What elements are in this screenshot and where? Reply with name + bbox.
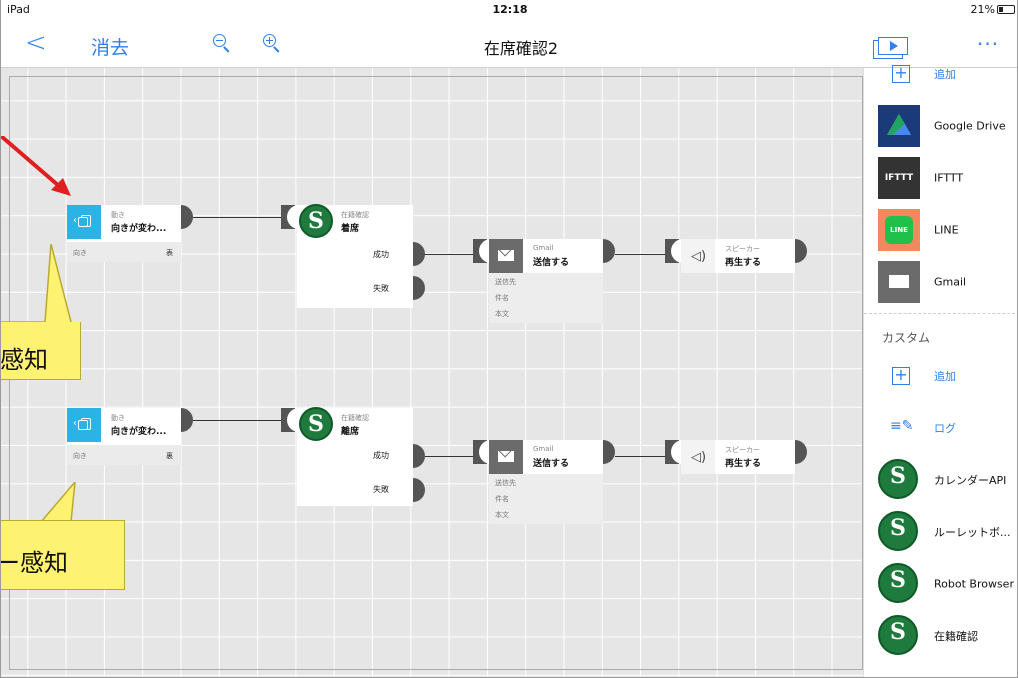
node-name: 離席 <box>341 427 360 437</box>
node-type: 在籍確認 <box>341 414 369 422</box>
gmail-params[interactable]: 送信先 件名 本文 <box>489 474 603 524</box>
speaker-icon: ◁) <box>681 239 715 273</box>
wire <box>615 456 665 457</box>
google-drive-icon <box>878 105 920 147</box>
presence-logo-icon <box>878 615 918 655</box>
callout-bottom: ー感知 <box>1 520 125 590</box>
line-icon: LINE <box>878 209 920 251</box>
zoom-out-icon[interactable] <box>213 34 231 53</box>
gmail-params[interactable]: 送信先 件名 本文 <box>489 273 603 323</box>
motion-icon: ‹ <box>67 408 101 442</box>
node-name: 向きが変わ... <box>111 224 167 234</box>
back-button[interactable]: < <box>25 28 47 58</box>
app-frame: iPad 12:18 21% < 消去 在席確認2 ··· ‹ 動き 向きが変わ… <box>0 0 1018 678</box>
plus-icon: + <box>892 65 910 83</box>
success-port[interactable] <box>413 444 425 468</box>
erase-button[interactable]: 消去 <box>91 33 129 60</box>
failure-label: 失敗 <box>373 284 389 293</box>
sidebar-custom-add[interactable]: + 追加 <box>864 350 1017 402</box>
node-type: スピーカー <box>725 245 760 253</box>
input-port[interactable] <box>665 239 683 263</box>
mail-icon <box>489 440 523 474</box>
flow-canvas[interactable]: ‹ 動き 向きが変わ... 向き 表 在籍確認 着席 成功 失敗 <box>1 68 863 677</box>
sidebar-item-google-drive[interactable]: Google Drive <box>864 100 1017 152</box>
sidebar-log[interactable]: ≡✎ ログ <box>864 402 1017 454</box>
node-type: Gmail <box>533 445 554 453</box>
failure-label: 失敗 <box>373 485 389 494</box>
node-name: 着席 <box>341 224 360 234</box>
node-name: 送信する <box>533 258 570 268</box>
wire <box>193 420 281 421</box>
output-port[interactable] <box>603 440 615 464</box>
speaker-node[interactable]: ◁) スピーカー 再生する <box>665 440 807 474</box>
battery-percent: 21% <box>970 3 995 16</box>
sidebar-custom-item[interactable]: 在籍確認 <box>864 610 1017 662</box>
input-port[interactable] <box>473 239 491 263</box>
section-custom: カスタム <box>882 331 931 345</box>
output-port[interactable] <box>181 408 193 432</box>
success-label: 成功 <box>373 451 389 460</box>
presence-logo-icon <box>878 511 918 551</box>
presence-logo-icon <box>878 563 918 603</box>
battery-icon <box>997 5 1015 14</box>
failure-port[interactable] <box>413 478 425 502</box>
output-port[interactable] <box>181 205 193 229</box>
output-port[interactable] <box>795 239 807 263</box>
sidebar-custom-item[interactable]: ルーレットボ... <box>864 506 1017 558</box>
mail-icon <box>878 261 920 303</box>
failure-port[interactable] <box>413 276 425 300</box>
presence-node[interactable]: 在籍確認 離席 成功 失敗 <box>281 407 425 506</box>
clock: 12:18 <box>492 3 528 16</box>
wire <box>425 456 475 457</box>
node-name: 送信する <box>533 459 570 469</box>
presence-node[interactable]: 在籍確認 着席 成功 失敗 <box>281 204 425 308</box>
input-port[interactable] <box>473 440 491 464</box>
input-port[interactable] <box>665 440 683 464</box>
success-port[interactable] <box>413 242 425 266</box>
presence-logo-icon <box>299 407 333 441</box>
sidebar-item-line[interactable]: LINE LINE <box>864 204 1017 256</box>
node-type: Gmail <box>533 244 554 252</box>
speaker-node[interactable]: ◁) スピーカー 再生する <box>665 239 807 273</box>
edit-list-icon: ≡✎ <box>890 418 914 434</box>
node-type: 在籍確認 <box>341 211 369 219</box>
gmail-node[interactable]: Gmail 送信する 送信先 件名 本文 <box>473 239 615 323</box>
motion-node[interactable]: ‹ 動き 向きが変わ... 向き 裏 <box>67 408 193 465</box>
presence-logo-icon <box>299 204 333 238</box>
node-param[interactable]: 向き 裏 <box>67 445 181 465</box>
node-name: 再生する <box>725 459 762 469</box>
node-type: スピーカー <box>725 446 760 454</box>
plus-icon: + <box>892 367 910 385</box>
presence-logo-icon <box>878 459 918 499</box>
ifttt-icon: IFTTT <box>878 157 920 199</box>
wire <box>615 254 665 255</box>
node-type: 動き <box>111 211 125 219</box>
sidebar-add-top[interactable]: + 追加 <box>864 48 1017 100</box>
wire <box>193 217 281 218</box>
input-port[interactable] <box>281 205 299 229</box>
input-port[interactable] <box>281 408 299 432</box>
sidebar-item-ifttt[interactable]: IFTTT IFTTT <box>864 152 1017 204</box>
sidebar-custom-item[interactable]: Robot Browser <box>864 558 1017 610</box>
output-port[interactable] <box>795 440 807 464</box>
output-port[interactable] <box>603 239 615 263</box>
node-type: 動き <box>111 414 125 422</box>
wire <box>425 254 475 255</box>
page-title: 在席確認2 <box>483 39 559 58</box>
sidebar-item-gmail[interactable]: Gmail <box>864 256 1017 308</box>
mail-icon <box>489 239 523 273</box>
speaker-icon: ◁) <box>681 440 715 474</box>
red-arrow-icon <box>1 136 71 196</box>
callout-top: 感知 <box>1 322 81 380</box>
motion-icon: ‹ <box>67 205 101 239</box>
sidebar: + 追加 Google Drive IFTTT IFTTT LINE LINE … <box>863 65 1017 677</box>
node-name: 向きが変わ... <box>111 427 167 437</box>
sidebar-custom-item[interactable]: カレンダーAPI <box>864 454 1017 506</box>
success-label: 成功 <box>373 250 389 259</box>
gmail-node[interactable]: Gmail 送信する 送信先 件名 本文 <box>473 440 615 524</box>
node-name: 再生する <box>725 258 762 268</box>
zoom-in-icon[interactable] <box>263 34 281 53</box>
status-bar: iPad 12:18 21% <box>1 0 1017 20</box>
